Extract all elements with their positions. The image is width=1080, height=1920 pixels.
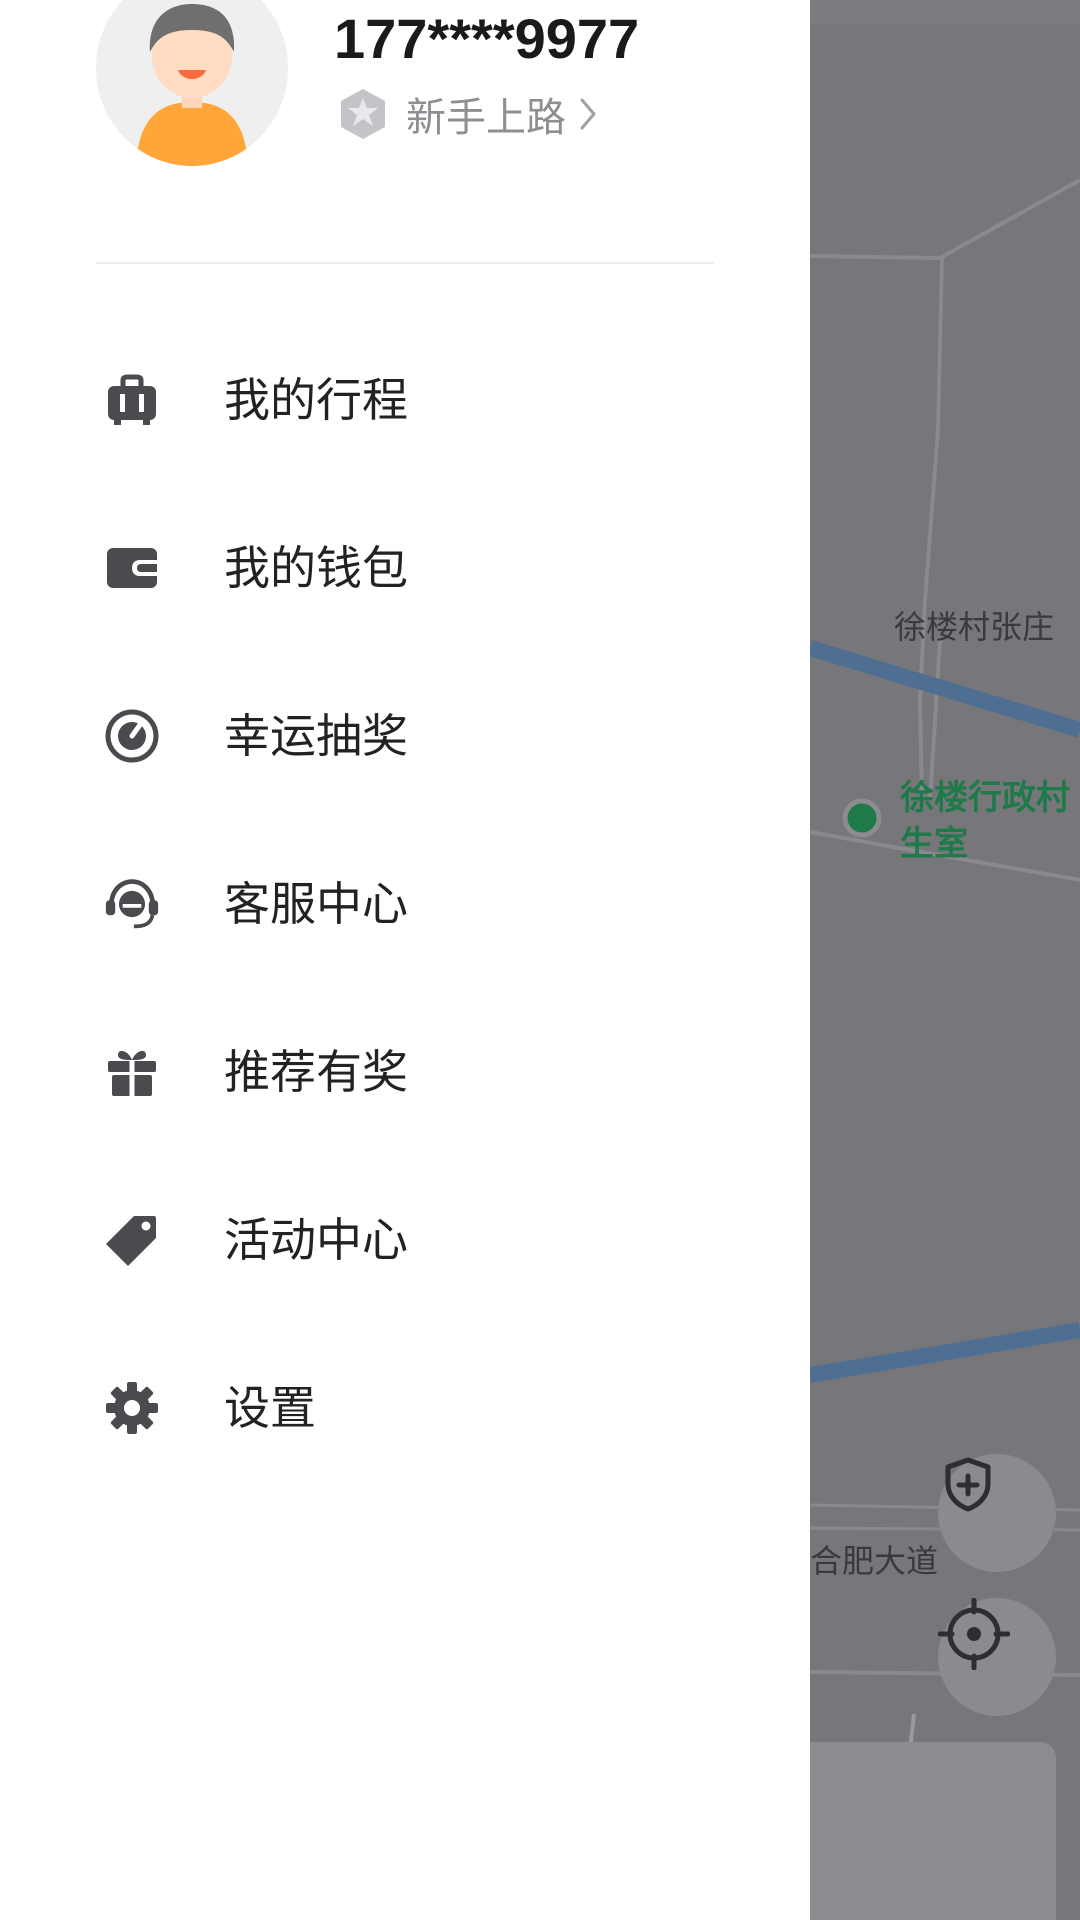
star-badge-icon <box>341 89 385 139</box>
poi-label-line1: 徐楼行政村 <box>900 778 1070 818</box>
chevron-right-icon <box>580 98 596 130</box>
poi-label-line2: 生室 <box>900 824 968 864</box>
drawer-menu: 我的行程 我的钱包 幸运抽奖 客服中心 推荐有奖 活动中心 设置 <box>0 316 810 1492</box>
menu-item-customer-service[interactable]: 客服中心 <box>0 820 810 988</box>
user-avatar-icon <box>96 0 288 166</box>
menu-label-referral: 推荐有奖 <box>224 1045 408 1099</box>
menu-item-lottery[interactable]: 幸运抽奖 <box>0 652 810 820</box>
menu-label-customer-service: 客服中心 <box>224 877 408 931</box>
menu-item-referral[interactable]: 推荐有奖 <box>0 988 810 1156</box>
menu-label-wallet: 我的钱包 <box>224 541 408 595</box>
avatar[interactable] <box>96 0 288 166</box>
wallet-icon <box>104 540 160 596</box>
village-label: 徐楼村张庄 <box>894 608 1055 646</box>
side-drawer: 177****9977 新手上路 我的行程 我的钱包 幸运抽奖 客服中心 推荐有… <box>0 0 810 1920</box>
member-level-link[interactable]: 新手上路 <box>338 86 598 142</box>
menu-item-trips[interactable]: 我的行程 <box>0 316 810 484</box>
tag-icon <box>104 1212 160 1268</box>
user-phone: 177****9977 <box>334 7 640 70</box>
menu-label-lottery: 幸运抽奖 <box>224 709 408 763</box>
locate-crosshair-icon <box>938 1598 1010 1670</box>
road-label: 合肥大道 <box>810 1542 939 1580</box>
menu-label-settings: 设置 <box>224 1381 316 1435</box>
menu-label-events: 活动中心 <box>224 1213 408 1267</box>
header-divider <box>96 262 714 264</box>
luggage-icon <box>104 372 160 428</box>
bottom-sheet-card[interactable] <box>810 1742 1056 1920</box>
lottery-icon <box>104 708 160 764</box>
menu-item-wallet[interactable]: 我的钱包 <box>0 484 810 652</box>
map-view[interactable]: 徐楼村张庄 徐楼行政村 生室 合肥大道 <box>810 0 1080 1920</box>
menu-label-trips: 我的行程 <box>224 373 408 427</box>
safety-button[interactable] <box>938 1454 1056 1572</box>
shield-plus-icon <box>945 1457 991 1512</box>
menu-item-settings[interactable]: 设置 <box>0 1324 810 1492</box>
member-level-label: 新手上路 <box>406 95 566 141</box>
gear-icon <box>104 1380 160 1436</box>
locate-button[interactable] <box>938 1598 1056 1716</box>
app-screen: 徐楼村张庄 徐楼行政村 生室 合肥大道 177****9977 新手上路 我的行… <box>0 0 1080 1920</box>
headset-icon <box>104 876 160 932</box>
gift-icon <box>104 1044 160 1100</box>
menu-item-events[interactable]: 活动中心 <box>0 1156 810 1324</box>
